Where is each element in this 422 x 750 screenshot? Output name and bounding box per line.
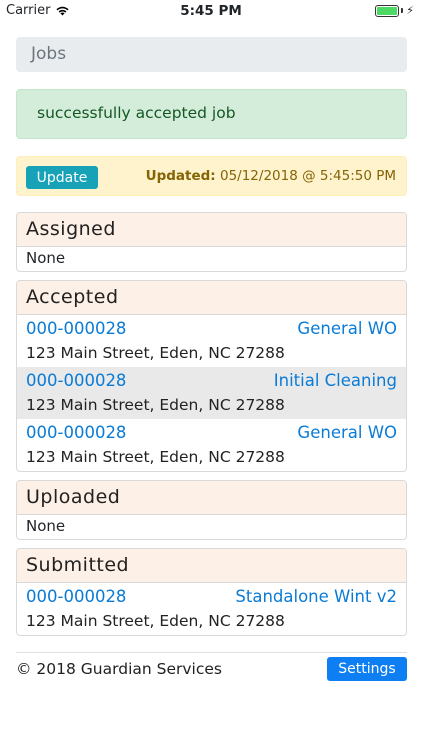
job-number-link[interactable]: 000-000028 [26,423,126,447]
updated-timestamp: Updated: 05/12/2018 @ 5:45:50 PM [146,168,396,184]
updated-label: Updated: [145,168,216,184]
battery-tip [401,8,404,13]
job-type-link[interactable]: Standalone Wint v2 [235,587,397,611]
battery-icon [375,4,400,17]
update-button[interactable]: Update [26,166,98,189]
footer-divider [16,652,407,653]
assigned-header: Assigned [17,213,406,247]
job-type-link[interactable]: General WO [297,423,397,447]
update-bar: Update Updated: 05/12/2018 @ 5:45:50 PM [16,156,407,196]
job-address: 123 Main Street, Eden, NC 27288 [26,448,285,466]
submitted-header: Submitted [17,549,406,583]
job-address: 123 Main Street, Eden, NC 27288 [26,396,285,414]
job-row[interactable]: 000-000028 General WO 123 Main Street, E… [17,315,406,367]
accepted-header: Accepted [17,281,406,315]
job-address: 123 Main Street, Eden, NC 27288 [26,612,285,630]
updated-value: 05/12/2018 @ 5:45:50 PM [219,168,396,184]
job-number-link[interactable]: 000-000028 [26,319,126,343]
job-type-link[interactable]: General WO [297,319,397,343]
uploaded-card: Uploaded None [16,480,407,540]
job-row[interactable]: 000-000028 General WO 123 Main Street, E… [17,419,406,471]
accepted-card: Accepted 000-000028 General WO 123 Main … [16,280,407,472]
job-type-link[interactable]: Initial Cleaning [274,371,397,395]
charging-icon: ⚡ [406,4,414,17]
job-row[interactable]: 000-000028 Standalone Wint v2 123 Main S… [17,583,406,635]
uploaded-header: Uploaded [17,481,406,515]
job-row[interactable]: 000-000028 Initial Cleaning 123 Main Str… [17,367,406,419]
job-address: 123 Main Street, Eden, NC 27288 [26,344,285,362]
copyright-text: © 2018 Guardian Services [16,660,222,678]
status-bar: Carrier 5:45 PM ⚡ [0,0,422,22]
success-alert: successfully accepted job [16,89,407,139]
battery-group: ⚡ [375,4,414,17]
job-number-link[interactable]: 000-000028 [26,587,126,611]
clock: 5:45 PM [180,3,242,19]
job-number-link[interactable]: 000-000028 [26,371,126,395]
uploaded-none: None [26,517,66,535]
settings-button[interactable]: Settings [327,657,407,681]
jobs-title-bar: Jobs [16,37,407,72]
assigned-none: None [26,249,66,267]
assigned-card: Assigned None [16,212,407,272]
submitted-card: Submitted 000-000028 Standalone Wint v2 … [16,548,407,636]
